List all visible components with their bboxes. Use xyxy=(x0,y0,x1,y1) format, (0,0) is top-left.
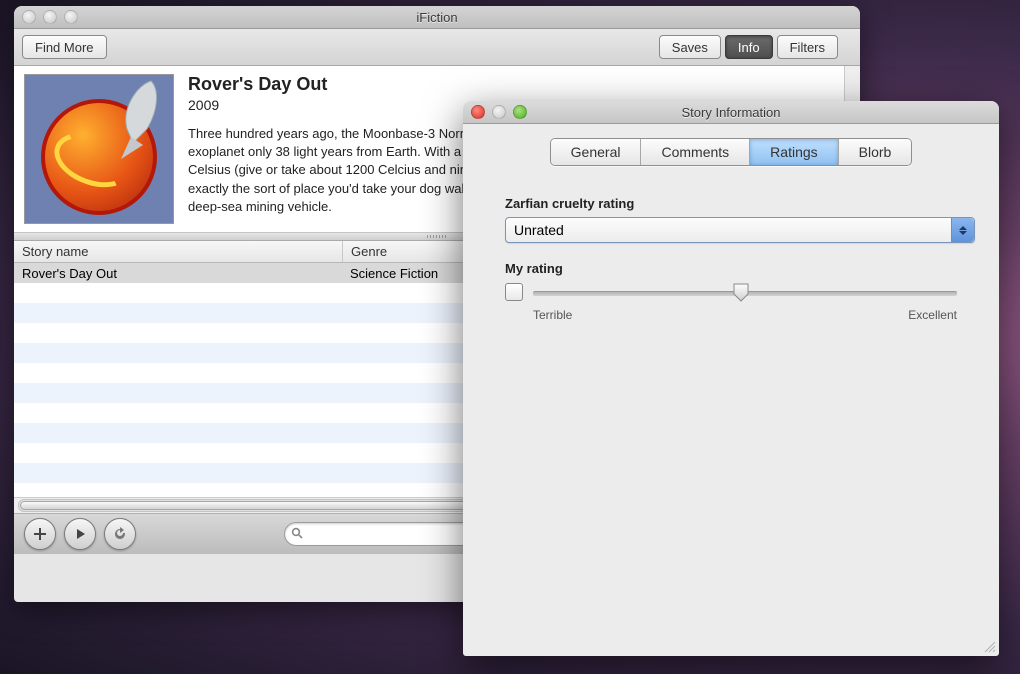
main-window-title: iFiction xyxy=(416,10,457,25)
tab-ratings-label: Ratings xyxy=(770,144,817,160)
tab-general[interactable]: General xyxy=(551,139,642,165)
filters-tab-button[interactable]: Filters xyxy=(777,35,838,59)
story-title: Rover's Day Out xyxy=(188,74,834,95)
story-cover-art xyxy=(24,74,174,224)
play-button[interactable] xyxy=(64,518,96,550)
dialog-title: Story Information xyxy=(682,105,781,120)
traffic-lights xyxy=(22,10,78,24)
saves-label: Saves xyxy=(672,40,708,55)
main-titlebar[interactable]: iFiction xyxy=(14,6,860,29)
play-icon xyxy=(73,527,87,541)
dialog-body: Zarfian cruelty rating Unrated My rating xyxy=(463,166,999,352)
my-rating-slider[interactable] xyxy=(533,282,957,302)
view-segment: Saves Info Filters xyxy=(659,35,838,59)
cruelty-rating-popup[interactable]: Unrated xyxy=(505,217,975,243)
close-button[interactable] xyxy=(22,10,36,24)
minimize-button[interactable] xyxy=(43,10,57,24)
dialog-resize-handle[interactable] xyxy=(983,640,996,653)
search-icon xyxy=(291,527,303,542)
dialog-minimize-button[interactable] xyxy=(492,105,506,119)
find-more-label: Find More xyxy=(35,40,94,55)
tab-general-label: General xyxy=(571,144,621,160)
main-toolbar: Find More Saves Info Filters xyxy=(14,29,860,66)
refresh-button[interactable] xyxy=(104,518,136,550)
add-button[interactable] xyxy=(24,518,56,550)
dialog-traffic-lights xyxy=(471,105,527,119)
rocket-icon xyxy=(103,79,165,169)
tab-ratings[interactable]: Ratings xyxy=(750,139,838,165)
filters-label: Filters xyxy=(790,40,825,55)
my-rating-label: My rating xyxy=(505,261,957,276)
slider-knob-icon[interactable] xyxy=(732,282,750,302)
refresh-icon xyxy=(113,527,127,541)
find-more-button[interactable]: Find More xyxy=(22,35,107,59)
dialog-tab-bar: General Comments Ratings Blorb xyxy=(463,124,999,166)
my-rating-checkbox[interactable] xyxy=(505,283,523,301)
tab-comments[interactable]: Comments xyxy=(641,139,750,165)
story-info-dialog: Story Information General Comments Ratin… xyxy=(463,101,999,656)
tab-blorb-label: Blorb xyxy=(859,144,892,160)
slider-max-label: Excellent xyxy=(908,308,957,322)
dialog-zoom-button[interactable] xyxy=(513,105,527,119)
cruelty-rating-value: Unrated xyxy=(514,222,564,238)
dialog-titlebar[interactable]: Story Information xyxy=(463,101,999,124)
plus-icon xyxy=(33,527,47,541)
tab-comments-label: Comments xyxy=(661,144,729,160)
column-header-name[interactable]: Story name xyxy=(14,241,343,262)
slider-min-label: Terrible xyxy=(533,308,572,322)
saves-tab-button[interactable]: Saves xyxy=(659,35,721,59)
zoom-button[interactable] xyxy=(64,10,78,24)
cell-name: Rover's Day Out xyxy=(14,266,342,281)
cruelty-rating-label: Zarfian cruelty rating xyxy=(505,196,957,211)
info-label: Info xyxy=(738,40,760,55)
stepper-arrows-icon xyxy=(951,218,974,242)
dialog-close-button[interactable] xyxy=(471,105,485,119)
tab-blorb[interactable]: Blorb xyxy=(839,139,912,165)
info-tab-button[interactable]: Info xyxy=(725,35,773,59)
